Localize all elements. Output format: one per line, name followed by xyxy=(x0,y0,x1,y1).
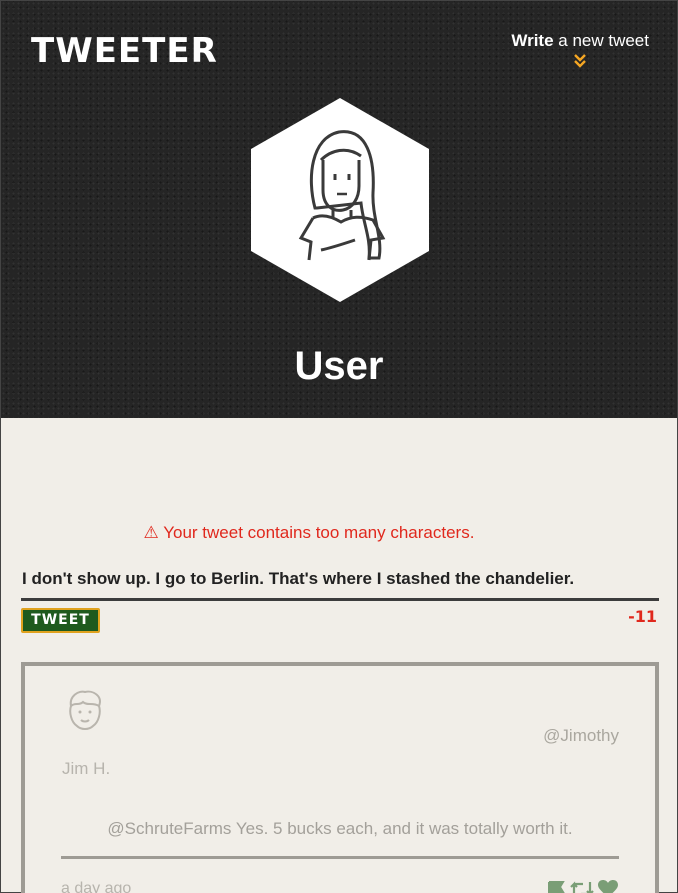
write-new-tweet-toggle[interactable]: Write a new tweet xyxy=(511,31,649,69)
chevron-down-icon[interactable] xyxy=(511,54,649,69)
profile-header: TWEETER Write a new tweet User xyxy=(1,1,677,418)
flag-icon[interactable] xyxy=(547,880,567,893)
heart-icon[interactable] xyxy=(597,880,619,893)
app-logo[interactable]: TWEETER xyxy=(31,31,218,71)
error-text: Your tweet contains too many characters. xyxy=(163,523,475,542)
warning-icon: ⚠ xyxy=(143,523,159,542)
avatar xyxy=(63,688,107,732)
retweet-icon[interactable] xyxy=(569,880,595,893)
tweet-timestamp: a day ago xyxy=(61,880,132,893)
tweet-button[interactable]: TWEET xyxy=(21,608,100,633)
profile-avatar xyxy=(251,98,429,302)
tweet-card: @Jimothy Jim H. @SchruteFarms Yes. 5 buc… xyxy=(21,662,659,893)
error-message: ⚠ Your tweet contains too many character… xyxy=(1,523,617,543)
tweet-actions xyxy=(547,880,619,893)
tweet-handle: @Jimothy xyxy=(543,726,619,745)
tweet-content: @SchruteFarms Yes. 5 bucks each, and it … xyxy=(107,819,573,838)
character-counter: -11 xyxy=(628,607,657,626)
tweet-textarea[interactable]: I don't show up. I go to Berlin. That's … xyxy=(22,569,662,589)
tweet-textarea-underline xyxy=(21,598,659,601)
compose-label-bold: Write xyxy=(511,31,554,50)
compose-label-rest: a new tweet xyxy=(553,31,649,50)
tweet-author-name: Jim H. xyxy=(62,759,111,778)
tweet-divider xyxy=(61,856,619,859)
profile-name: User xyxy=(294,344,384,388)
